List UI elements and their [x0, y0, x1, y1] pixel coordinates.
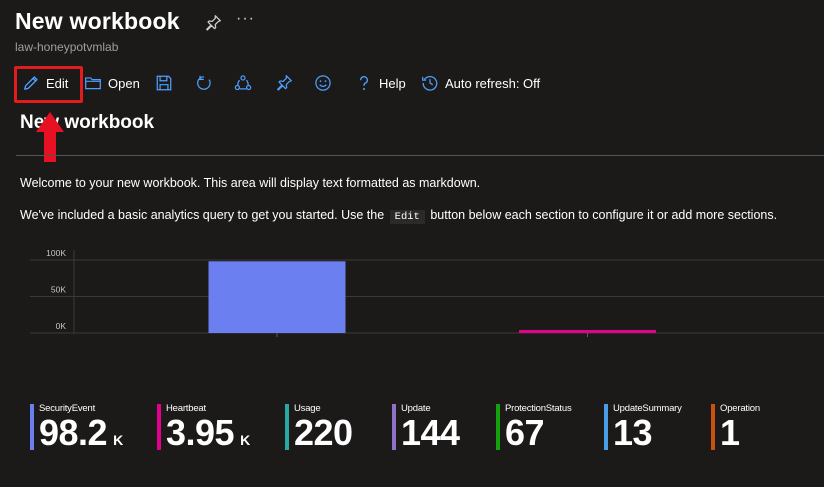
metric-tile[interactable]: Update 144 — [392, 402, 466, 454]
pin-icon[interactable] — [204, 14, 222, 32]
metric-tile[interactable]: UpdateSummary 13 — [604, 402, 682, 454]
bar-chart: 0K 50K 100K — [30, 248, 824, 337]
tile-value: 1 — [720, 415, 760, 457]
tile-number: 67 — [505, 412, 545, 453]
section-divider — [16, 155, 824, 156]
markdown-paragraph-2: We've included a basic analytics query t… — [20, 208, 778, 224]
pin-icon — [275, 74, 293, 92]
help-label: Help — [379, 75, 406, 91]
pin-button[interactable] — [275, 66, 293, 100]
open-button[interactable]: Open — [84, 66, 140, 100]
tile-unit: K — [113, 432, 123, 448]
tile-number: 144 — [401, 412, 460, 453]
inline-code: Edit — [389, 210, 425, 224]
tile-value: 144 — [401, 415, 466, 457]
y-tick-label: 100K — [46, 248, 66, 258]
save-icon — [155, 74, 173, 92]
tile-unit: K — [240, 432, 250, 448]
tile-value: 3.95 K — [166, 415, 250, 457]
tile-value: 67 — [505, 415, 572, 457]
tile-color-bar — [157, 404, 161, 450]
y-tick-label: 50K — [51, 285, 66, 295]
para-text-after: button below each section to configure i… — [430, 208, 778, 222]
clock-refresh-icon — [421, 74, 439, 92]
tile-number: 1 — [720, 412, 740, 453]
bar-heartbeat[interactable] — [519, 330, 656, 333]
auto-refresh-button[interactable]: Auto refresh: Off — [421, 66, 540, 100]
auto-refresh-label: Auto refresh: Off — [445, 75, 541, 91]
edit-highlight-box — [14, 66, 83, 103]
markdown-paragraph: Welcome to your new workbook. This area … — [20, 176, 481, 190]
more-options-icon[interactable]: ··· — [236, 10, 255, 28]
share-button[interactable] — [234, 66, 252, 100]
tile-value: 220 — [294, 415, 359, 457]
metric-tile[interactable]: SecurityEvent 98.2 K — [30, 402, 123, 454]
tile-value: 13 — [613, 415, 682, 457]
refresh-icon — [195, 74, 213, 92]
folder-icon — [84, 74, 102, 92]
smiley-icon — [314, 74, 332, 92]
tile-color-bar — [30, 404, 34, 450]
page-title: New workbook — [15, 8, 180, 34]
para-text-before: We've included a basic analytics query t… — [20, 208, 385, 222]
tile-color-bar — [285, 404, 289, 450]
bar-securityevent[interactable] — [208, 261, 346, 333]
tile-color-bar — [711, 404, 715, 450]
metric-tile[interactable]: ProtectionStatus 67 — [496, 402, 572, 454]
tile-value: 98.2 K — [39, 415, 123, 457]
open-label: Open — [108, 75, 140, 91]
tile-number: 3.95 — [166, 412, 235, 453]
metric-tile[interactable]: Heartbeat 3.95 K — [157, 402, 250, 454]
share-icon — [234, 74, 252, 92]
tile-color-bar — [604, 404, 608, 450]
question-icon — [355, 74, 373, 92]
metric-tile[interactable]: Operation 1 — [711, 402, 760, 454]
tile-color-bar — [392, 404, 396, 450]
y-tick-label: 0K — [56, 321, 67, 331]
refresh-button[interactable] — [195, 66, 213, 100]
toolbar: Edit Open Help Auto refresh: Off — [14, 66, 574, 103]
feedback-button[interactable] — [314, 66, 332, 100]
metric-tile[interactable]: Usage 220 — [285, 402, 359, 454]
red-arrow-annotation — [35, 112, 65, 164]
save-button[interactable] — [155, 66, 173, 100]
help-button[interactable]: Help — [355, 66, 406, 100]
tile-color-bar — [496, 404, 500, 450]
tiles-row: SecurityEvent 98.2 K Heartbeat 3.95 K Usage 220… — [30, 402, 820, 462]
tile-number: 98.2 — [39, 412, 108, 453]
tile-number: 13 — [613, 412, 653, 453]
tile-number: 220 — [294, 412, 353, 453]
workspace-subtitle: law-honeypotvmlab — [15, 40, 119, 54]
